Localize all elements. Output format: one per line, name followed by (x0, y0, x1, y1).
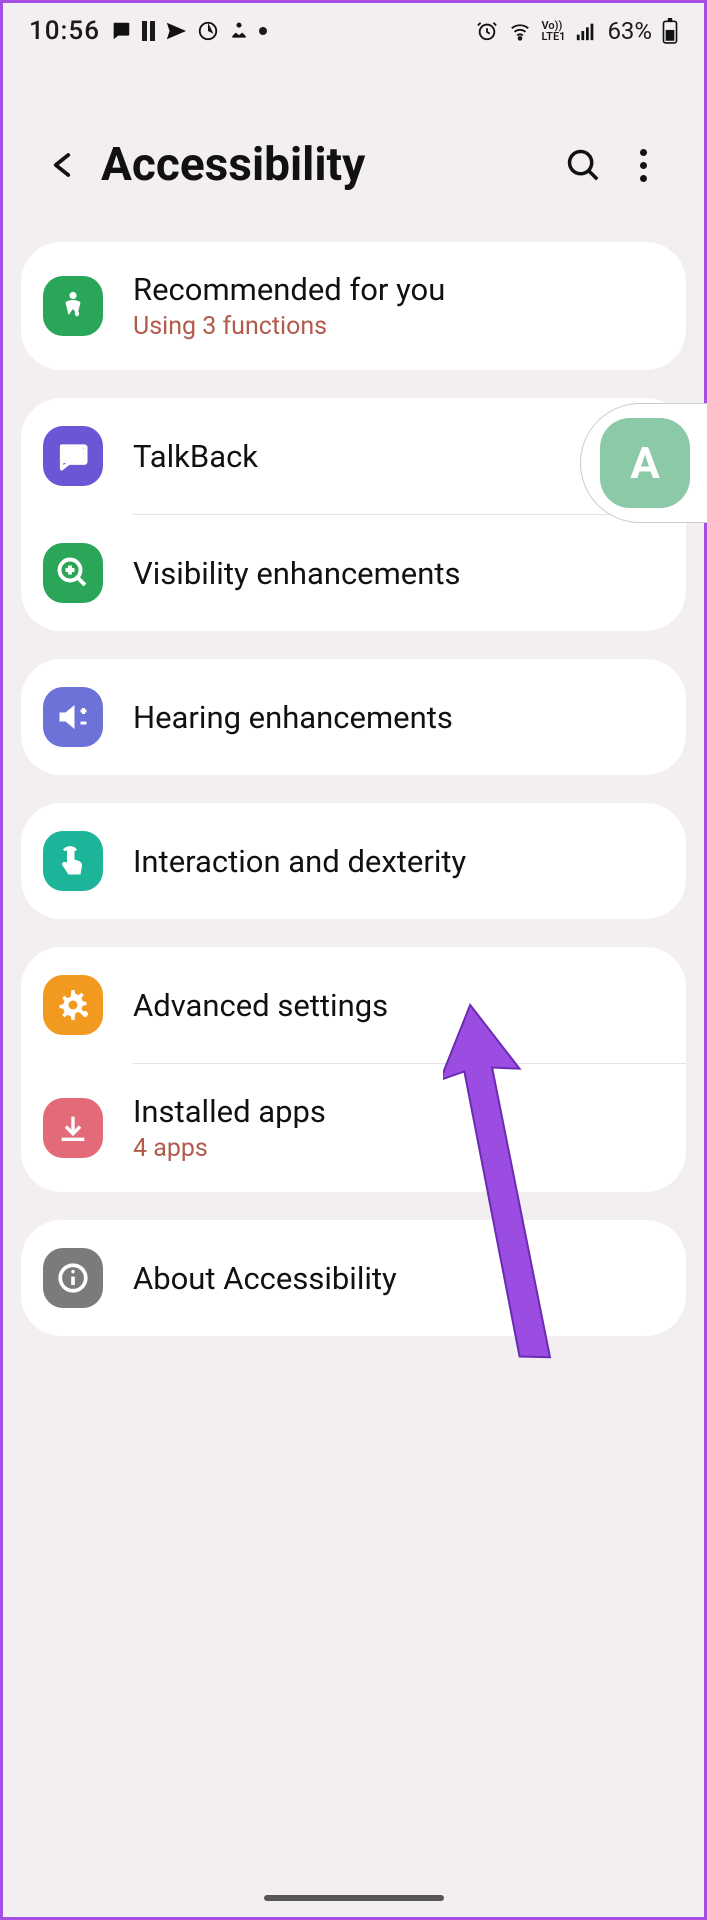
battery-icon (662, 18, 678, 44)
more-button[interactable] (618, 140, 668, 190)
volte-icon: Vo))LTE1 (542, 20, 566, 42)
settings-group: Recommended for you Using 3 functions (21, 242, 686, 370)
settings-group: TalkBack Visibility enhancements (21, 398, 686, 631)
home-indicator[interactable] (264, 1895, 444, 1901)
person-heart-icon (43, 276, 103, 336)
row-advanced[interactable]: Advanced settings (21, 947, 686, 1063)
status-dot (259, 27, 267, 35)
row-title: Interaction and dexterity (133, 843, 664, 880)
settings-group: Hearing enhancements (21, 659, 686, 775)
row-about[interactable]: About Accessibility (21, 1220, 686, 1336)
gear-plus-icon (43, 975, 103, 1035)
download-icon (43, 1098, 103, 1158)
status-bar: 10:56 Vo))LTE1 63% (3, 3, 704, 58)
settings-group: Advanced settings Installed apps 4 apps (21, 947, 686, 1192)
info-icon (43, 1248, 103, 1308)
page-header: Accessibility (3, 58, 704, 242)
status-time: 10:56 (29, 16, 100, 46)
signal-icon (575, 20, 597, 42)
prayer-icon (229, 21, 249, 41)
row-recommended[interactable]: Recommended for you Using 3 functions (21, 242, 686, 370)
touch-icon (43, 831, 103, 891)
back-button[interactable] (39, 142, 85, 188)
magnify-plus-icon (43, 543, 103, 603)
data-saver-icon (197, 20, 219, 42)
settings-group: About Accessibility (21, 1220, 686, 1336)
a-badge-icon: A (600, 418, 690, 508)
row-title: Hearing enhancements (133, 699, 664, 736)
floating-accessibility-button[interactable]: A (580, 403, 707, 523)
send-icon (165, 20, 187, 42)
alarm-icon (476, 20, 498, 42)
row-installed[interactable]: Installed apps 4 apps (21, 1064, 686, 1192)
row-subtitle: 4 apps (133, 1134, 664, 1163)
row-title: Advanced settings (133, 987, 664, 1024)
settings-group: Interaction and dexterity (21, 803, 686, 919)
volume-adjust-icon (43, 687, 103, 747)
wifi-icon (508, 20, 532, 42)
speech-icon (43, 426, 103, 486)
battery-percent: 63% (607, 17, 652, 45)
settings-list: Recommended for you Using 3 functions Ta… (3, 242, 704, 1336)
row-title: Visibility enhancements (133, 555, 664, 592)
chat-icon (110, 20, 132, 42)
row-hearing[interactable]: Hearing enhancements (21, 659, 686, 775)
row-interaction[interactable]: Interaction and dexterity (21, 803, 686, 919)
search-button[interactable] (558, 140, 608, 190)
page-title: Accessibility (101, 138, 548, 192)
pause-icon (142, 21, 155, 41)
row-subtitle: Using 3 functions (133, 312, 664, 341)
row-visibility[interactable]: Visibility enhancements (21, 515, 686, 631)
row-title: Installed apps (133, 1093, 664, 1130)
row-title: Recommended for you (133, 271, 664, 308)
row-title: About Accessibility (133, 1260, 664, 1297)
